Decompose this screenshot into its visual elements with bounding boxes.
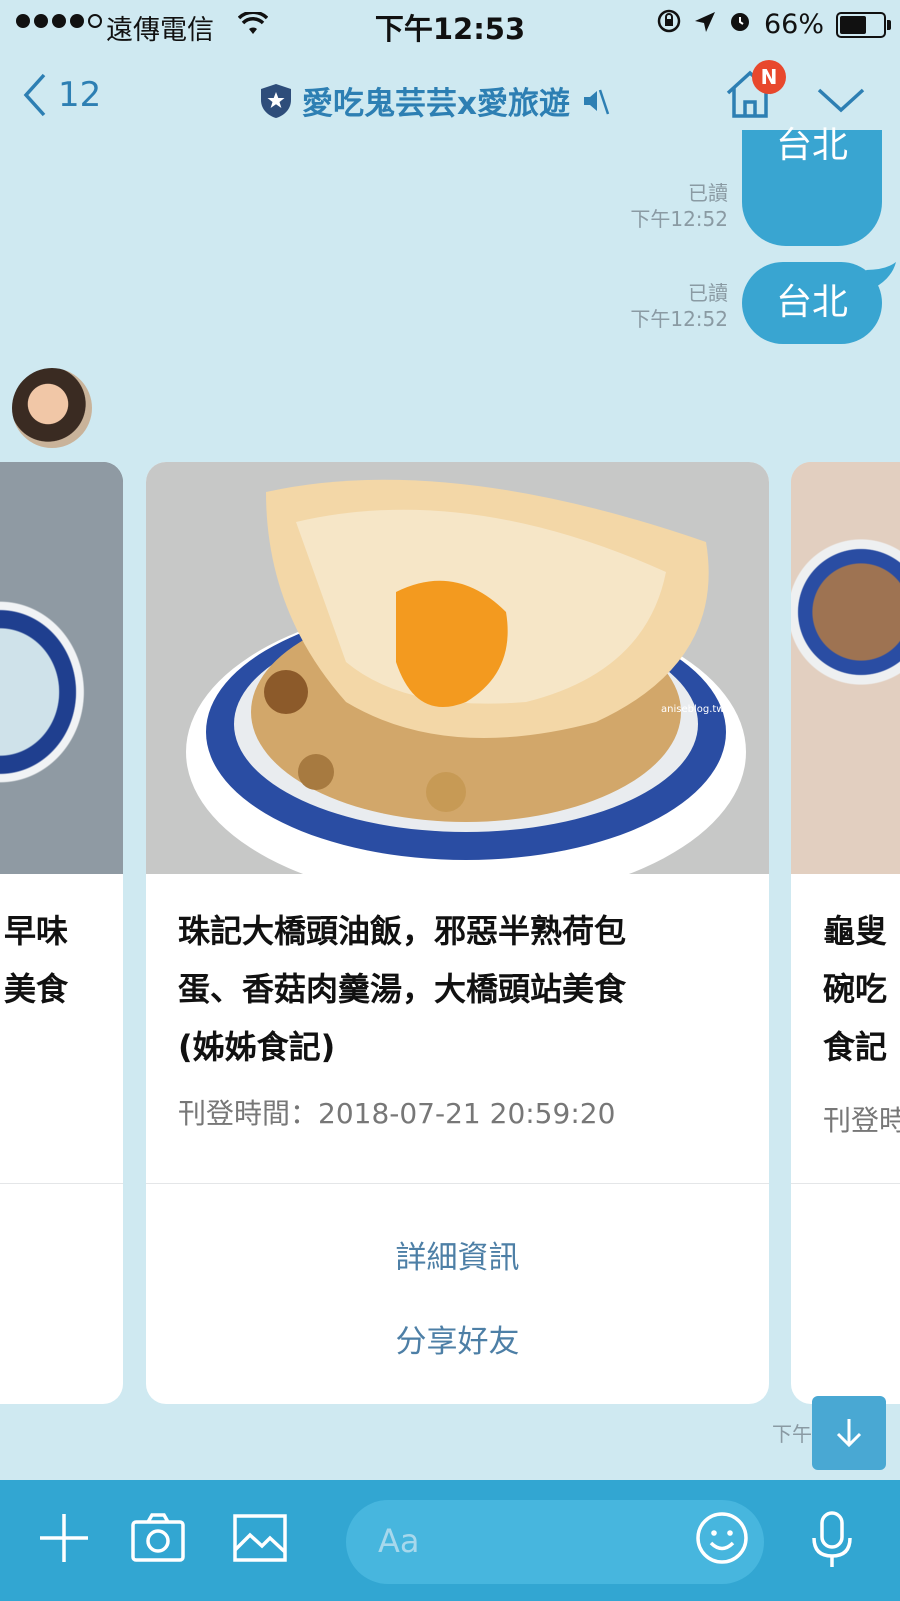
arrow-down-icon (836, 1419, 862, 1448)
muted-speaker-icon (584, 89, 610, 114)
message-bubble[interactable]: 台北 (742, 125, 882, 246)
chevron-down-icon (817, 88, 865, 113)
card-photo: aniseblog.tw (146, 462, 769, 874)
photo-watermark: aniseblog.tw (661, 704, 724, 715)
read-receipt: 已讀 (688, 181, 728, 205)
shield-icon (261, 83, 291, 118)
carousel-card-right[interactable]: 龜叟 碗吃 食記 刊登時 (791, 462, 900, 1404)
image-icon (233, 1514, 287, 1562)
battery-percent: 66% (763, 9, 824, 40)
card-photo (791, 462, 900, 874)
scroll-to-bottom-button[interactable] (812, 1396, 886, 1470)
camera-icon (131, 1513, 185, 1562)
chat-title-group[interactable]: 愛吃鬼芸芸x愛旅遊 (260, 78, 610, 123)
emoji-icon (696, 1512, 748, 1564)
card-date-fragment: 刊登時 (823, 1104, 900, 1137)
share-button[interactable]: 分享好友 (146, 1316, 769, 1361)
notification-badge: N (752, 60, 786, 94)
card-title-fragment: 早味 (3, 912, 68, 950)
bubble-tail (866, 262, 896, 288)
message-meta: 已讀 下午12:52 (600, 180, 728, 232)
unread-count: 12 (58, 75, 102, 115)
message-composer: Aa (0, 1480, 900, 1601)
read-receipt: 已讀 (688, 281, 728, 305)
details-button[interactable]: 詳細資訊 (146, 1232, 769, 1277)
plus-icon (40, 1514, 88, 1562)
carousel-card-main[interactable]: aniseblog.tw 珠記大橋頭油飯，邪惡半熟荷包 蛋、香菇肉羹湯，大橋頭站… (146, 462, 769, 1404)
partial-message-time: 下午 (772, 1422, 812, 1446)
battery-icon (836, 11, 891, 38)
message-bubble[interactable]: 台北 (742, 262, 882, 344)
card-title-fragment: 龜叟 (823, 912, 888, 950)
status-bar: 遠傳電信 下午12:53 66% (0, 0, 900, 52)
image-button[interactable] (232, 1510, 288, 1570)
message-time: 下午12:52 (630, 207, 728, 231)
chat-title: 愛吃鬼芸芸x愛旅遊 (302, 86, 570, 122)
microphone-icon (812, 1511, 852, 1567)
card-photo (0, 462, 123, 874)
carousel-card-left[interactable]: 早味 美食 7 (0, 462, 123, 1404)
card-publish-date: 刊登時間：2018-07-21 20:59:20 (178, 1097, 616, 1130)
microphone-button[interactable] (810, 1510, 854, 1574)
message-time: 下午12:52 (630, 307, 728, 331)
card-title-fragment: 碗吃 (823, 970, 888, 1008)
message-meta: 已讀 下午12:52 (600, 280, 728, 332)
avatar[interactable] (12, 368, 92, 448)
rotation-lock-icon (656, 8, 682, 41)
back-chevron-icon (23, 73, 46, 117)
card-title-fragment: 美食 (3, 970, 68, 1008)
plus-button[interactable] (36, 1510, 92, 1570)
emoji-button[interactable] (694, 1510, 750, 1570)
location-arrow-icon (694, 9, 716, 40)
message-input-placeholder: Aa (378, 1522, 420, 1560)
back-button[interactable]: 12 (22, 72, 101, 118)
camera-button[interactable] (130, 1510, 186, 1570)
card-title-fragment: 食記 (823, 1028, 888, 1066)
card-title: 珠記大橋頭油飯，邪惡半熟荷包 蛋、香菇肉羹湯，大橋頭站美食 (姊姊食記) (178, 912, 627, 1066)
alarm-icon (728, 9, 752, 40)
